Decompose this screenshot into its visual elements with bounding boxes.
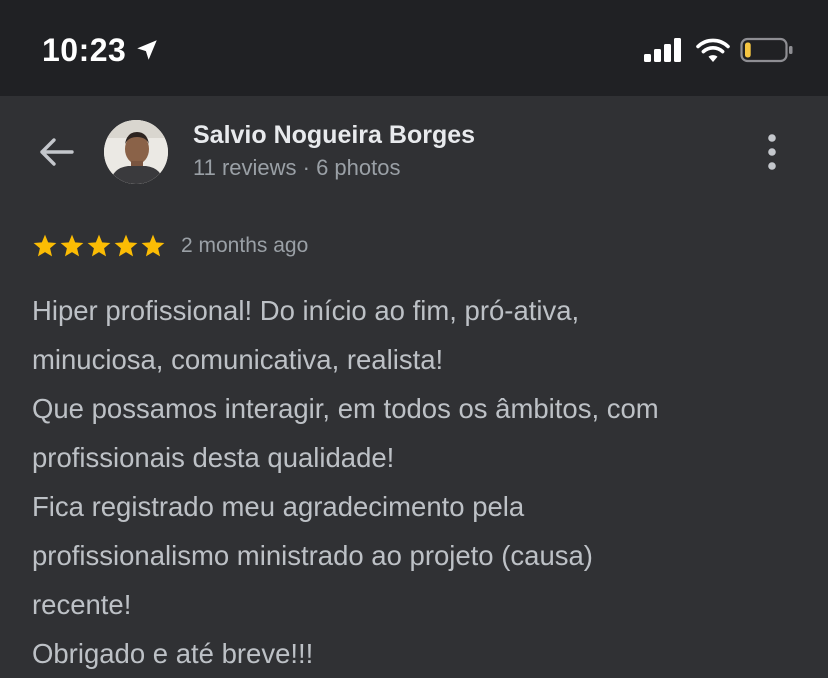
cellular-signal-icon (644, 38, 681, 62)
more-vert-icon[interactable] (756, 132, 788, 172)
review-line: profissionais desta qualidade! (32, 442, 395, 473)
status-bar: 10:23 (0, 0, 828, 96)
review-line: profissionalismo ministrado ao projeto (… (32, 540, 593, 571)
rating-row: 2 months ago (32, 230, 308, 262)
review-line: Que possamos interagir, em todos os âmbi… (32, 393, 659, 424)
location-arrow-icon (137, 40, 158, 60)
review-date: 2 months ago (181, 234, 309, 257)
status-time: 10:23 (42, 31, 127, 68)
review-line: minuciosa, comunicativa, realista! (32, 344, 444, 375)
arrow-left-icon[interactable] (36, 134, 76, 170)
review-line: Obrigado e até breve!!! (32, 638, 314, 669)
star-icon (87, 234, 111, 257)
reviewer-stats: 11 reviews · 6 photos (193, 155, 401, 180)
wifi-icon (696, 38, 730, 62)
review-line: recente! (32, 589, 132, 620)
review-line: Fica registrado meu agradecimento pela (32, 491, 525, 522)
star-icon (141, 234, 165, 257)
avatar-photo (104, 120, 168, 184)
star-icon (60, 234, 84, 257)
reviewer-name[interactable]: Salvio Nogueira Borges (193, 121, 475, 150)
star-rating (32, 233, 167, 259)
battery-low-icon (740, 37, 793, 63)
review-text: Hiper profissional! Do início ao fim, pr… (32, 286, 802, 678)
review-line: Hiper profissional! Do início ao fim, pr… (32, 295, 580, 326)
review-screen: Salvio Nogueira Borges 11 reviews · 6 ph… (0, 96, 828, 677)
star-icon (114, 234, 138, 257)
star-icon (33, 234, 57, 257)
reviewer-avatar[interactable] (104, 120, 168, 184)
status-time-group: 10:23 (42, 28, 160, 72)
status-indicators (644, 34, 794, 66)
